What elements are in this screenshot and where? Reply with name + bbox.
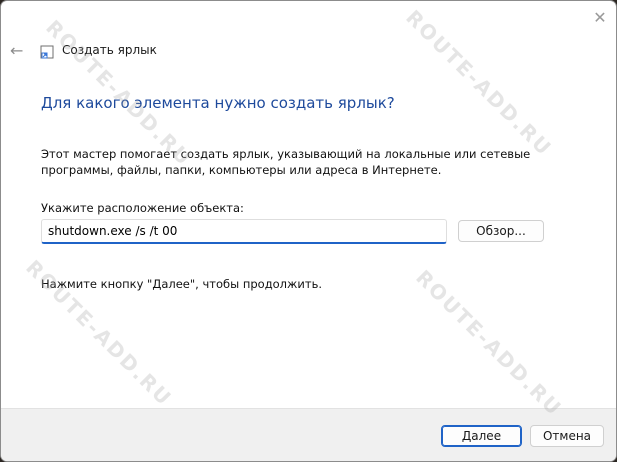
arrow-left-icon: ←	[10, 41, 24, 60]
create-shortcut-window: ✕ ← Создать ярлык Для какого элемента ну…	[0, 0, 617, 462]
page-heading: Для какого элемента нужно создать ярлык?	[41, 94, 395, 112]
wizard-footer: Далее Отмена	[1, 408, 616, 461]
close-button[interactable]: ✕	[588, 5, 612, 29]
next-button[interactable]: Далее	[441, 425, 522, 447]
watermark: ROUTE-ADD.RU	[411, 265, 567, 421]
back-button[interactable]: ←	[10, 42, 28, 60]
wizard-header: ← Создать ярлык	[1, 39, 616, 67]
continue-hint: Нажмите кнопку "Далее", чтобы продолжить…	[41, 277, 322, 291]
browse-button[interactable]: Обзор...	[458, 220, 544, 242]
location-label: Укажите расположение объекта:	[41, 201, 244, 215]
wizard-title: Создать ярлык	[62, 43, 157, 57]
wizard-description: Этот мастер помогает создать ярлык, указ…	[41, 147, 531, 177]
watermark: ROUTE-ADD.RU	[401, 5, 557, 161]
location-input[interactable]	[41, 219, 447, 244]
close-icon: ✕	[593, 7, 607, 27]
shortcut-icon	[40, 45, 54, 59]
cancel-button[interactable]: Отмена	[530, 425, 604, 447]
